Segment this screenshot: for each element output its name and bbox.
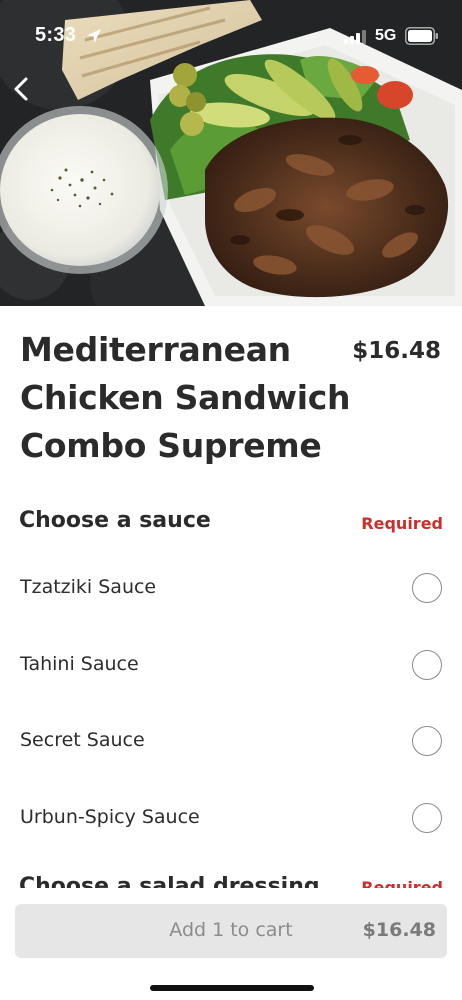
radio-button[interactable] bbox=[412, 803, 442, 833]
location-arrow-icon bbox=[87, 29, 101, 43]
sauce-option-secret[interactable]: Secret Sauce bbox=[0, 710, 462, 772]
sauce-option-tahini[interactable]: Tahini Sauce bbox=[0, 634, 462, 696]
radio-button[interactable] bbox=[412, 650, 442, 680]
sauce-section-title: Choose a sauce bbox=[19, 508, 211, 533]
option-label: Tzatziki Sauce bbox=[20, 576, 157, 598]
option-label: Tahini Sauce bbox=[20, 653, 139, 675]
bottom-action-bar: Add 1 to cart $16.48 bbox=[0, 888, 462, 1000]
status-bar: 5:33 5G bbox=[0, 0, 462, 74]
sauce-option-urbun-spicy[interactable]: Urbun-Spicy Sauce bbox=[0, 787, 462, 849]
back-button[interactable] bbox=[4, 70, 38, 108]
sauce-option-tzatziki[interactable]: Tzatziki Sauce bbox=[0, 557, 462, 619]
option-label: Secret Sauce bbox=[20, 729, 145, 751]
network-label: 5G bbox=[375, 27, 397, 44]
dressing-section-header: Choose a salad dressing Required bbox=[0, 870, 462, 890]
item-price: $16.48 bbox=[352, 338, 441, 364]
cart-price: $16.48 bbox=[362, 919, 436, 941]
chevron-left-icon bbox=[14, 77, 28, 101]
radio-button[interactable] bbox=[412, 726, 442, 756]
item-title: Mediterranean Chicken Sandwich Combo Sup… bbox=[20, 330, 351, 465]
option-label: Urbun-Spicy Sauce bbox=[20, 806, 200, 828]
radio-button[interactable] bbox=[412, 573, 442, 603]
add-to-cart-button[interactable]: Add 1 to cart $16.48 bbox=[15, 904, 447, 958]
signal-icon bbox=[344, 30, 366, 44]
battery-icon bbox=[405, 27, 438, 45]
status-time: 5:33 bbox=[35, 24, 77, 46]
home-indicator bbox=[150, 985, 314, 991]
sauce-required-badge: Required bbox=[361, 514, 443, 533]
